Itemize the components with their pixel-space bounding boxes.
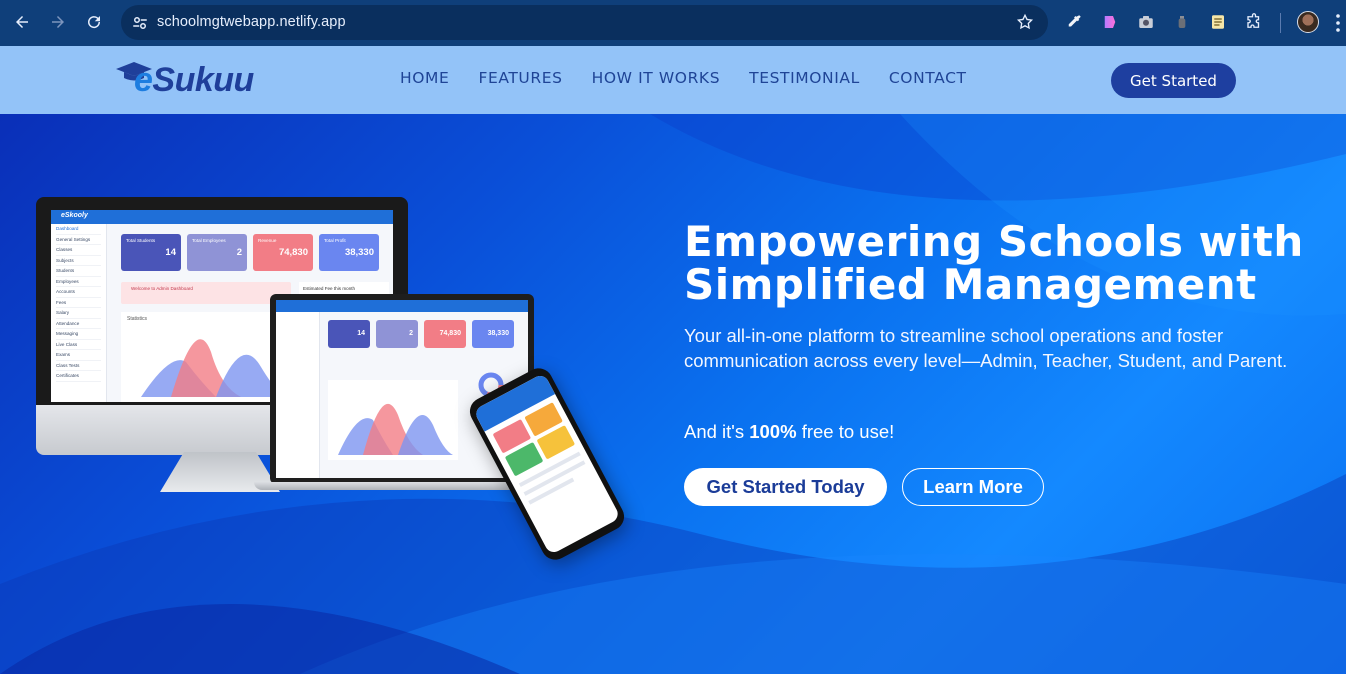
site-header: eSukuu HOME FEATURES HOW IT WORKS TESTIM… [0,46,1346,114]
sidebar-item: Employees [56,277,101,287]
eyedropper-extension-icon[interactable] [1064,12,1084,32]
sidebar-item: General Settings [56,235,101,245]
toolbar-divider [1280,13,1281,33]
dashboard-sidebar: Dashboard General Settings Classes Subje… [51,224,107,402]
logo-text: eSukuu [134,61,254,99]
sidebar-item: Salary [56,308,101,319]
hero-title: Empowering Schools with Simplified Manag… [684,220,1304,306]
stat-card: Total Employees 2 [187,234,247,271]
extensions-puzzle-icon[interactable] [1244,12,1264,32]
laptop-stat-card: 38,330 [472,320,514,348]
sidebar-item: Fees [56,298,101,308]
sidebar-item: Accounts [56,287,101,298]
statistics-panel: Statistics [121,312,291,402]
site-logo[interactable]: eSukuu [114,59,260,101]
sidebar-item: Classes [56,245,101,256]
forward-icon[interactable] [46,10,70,34]
sidebar-item: Subjects [56,256,101,266]
stat-card: Total Profit 38,330 [319,234,379,271]
reload-icon[interactable] [82,10,106,34]
get-started-button[interactable]: Get Started [1111,63,1236,98]
sidebar-item: Messaging [56,329,101,340]
menu-kebab-icon[interactable] [1336,14,1340,32]
laptop-sidebar [276,312,320,478]
hero-subtitle: Your all-in-one platform to streamline s… [684,325,1288,371]
bottle-extension-icon[interactable] [1172,12,1192,32]
main-nav: HOME FEATURES HOW IT WORKS TESTIMONIAL C… [400,69,996,87]
hero-title-line: Empowering Schools with [684,217,1304,266]
laptop-stat-card: 74,830 [424,320,466,348]
hero-title-line: Simplified Management [684,260,1257,309]
free-to-use-text: And it's 100% free to use! [684,421,895,442]
sidebar-item: Live Class [56,340,101,350]
notes-extension-icon[interactable] [1208,12,1228,32]
sidebar-item: Dashboard [56,224,101,235]
laptop-stat-card: 14 [328,320,370,348]
welcome-banner: Welcome to Admin Dashboard [121,282,291,304]
profile-avatar[interactable] [1297,11,1319,33]
sidebar-item: Certificates [56,371,101,382]
dashboard-logo: eSkooly [61,212,88,219]
learn-more-button[interactable]: Learn More [902,468,1044,506]
site-settings-icon[interactable] [131,14,149,32]
stat-card: Total Students 14 [121,234,181,271]
get-started-today-button[interactable]: Get Started Today [684,468,887,506]
sidebar-item: Students [56,266,101,277]
laptop-chart [328,380,458,460]
devices-mockup-image: eSkooly Dashboard General Settings Class… [30,194,670,565]
nav-testimonial[interactable]: TESTIMONIAL [749,69,860,87]
sidebar-item: Exams [56,350,101,361]
nav-how-it-works[interactable]: HOW IT WORKS [592,69,721,87]
gradient-extension-icon[interactable] [1100,12,1120,32]
sidebar-item: Class Tests [56,361,101,371]
back-icon[interactable] [10,10,34,34]
url-text[interactable]: schoolmgtwebapp.netlify.app [157,14,346,30]
sidebar-item: Attendance [56,319,101,329]
nav-home[interactable]: HOME [400,69,449,87]
bookmark-star-icon[interactable] [1016,13,1034,31]
nav-features[interactable]: FEATURES [478,69,562,87]
camera-extension-icon[interactable] [1136,12,1156,32]
address-bar[interactable]: schoolmgtwebapp.netlify.app [121,5,1048,40]
laptop-topbar [276,300,528,312]
stat-card: Revenue 74,830 [253,234,313,271]
browser-toolbar: schoolmgtwebapp.netlify.app [0,0,1346,46]
nav-contact[interactable]: CONTACT [889,69,967,87]
dashboard-topbar: eSkooly [51,210,393,224]
laptop-stat-card: 2 [376,320,418,348]
hero-section: eSkooly Dashboard General Settings Class… [0,114,1346,674]
